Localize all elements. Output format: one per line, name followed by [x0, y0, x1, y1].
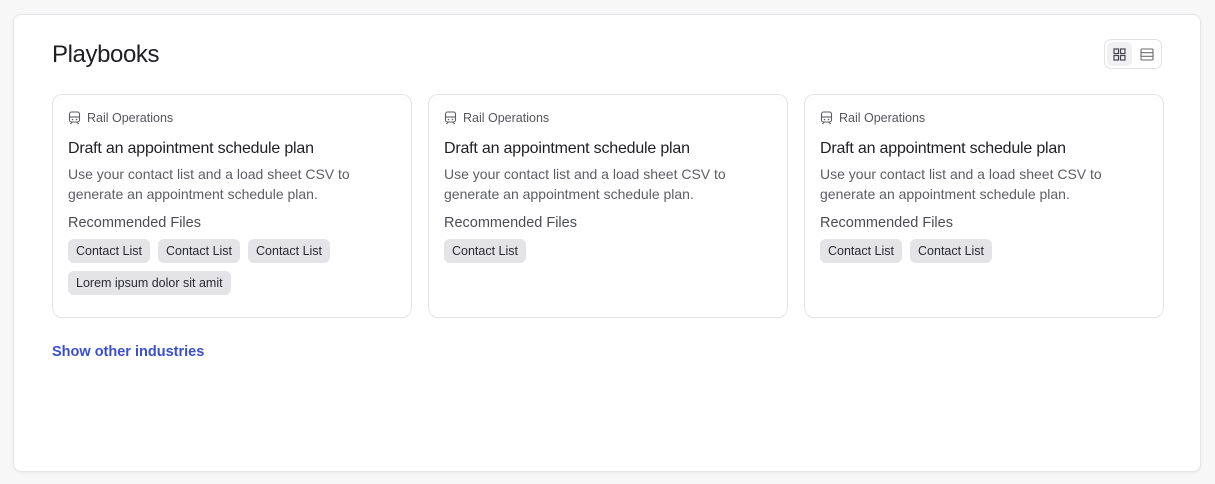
page-title: Playbooks: [52, 41, 160, 68]
view-toggle: [1104, 39, 1162, 69]
card-industry-label: Rail Operations: [839, 111, 926, 125]
recommended-files-label: Recommended Files: [820, 215, 953, 231]
recommended-files-list: Contact List: [444, 239, 744, 263]
list-view-button[interactable]: [1134, 42, 1159, 66]
card-title: Draft an appointment schedule plan: [68, 140, 314, 157]
recommended-files-label: Recommended Files: [444, 215, 577, 231]
show-other-industries-link[interactable]: Show other industries: [52, 344, 204, 360]
card-industry: Rail Operations: [444, 110, 772, 126]
train-icon: [68, 111, 81, 125]
playbook-card[interactable]: Rail Operations Draft an appointment sche…: [428, 94, 788, 318]
recommended-files-list: Contact List Contact List Contact List Lore…: [68, 239, 368, 295]
card-description: Use your contact list and a load sheet C…: [444, 166, 726, 202]
card-title: Draft an appointment schedule plan: [444, 140, 690, 157]
file-chip[interactable]: Contact List: [68, 239, 151, 263]
card-industry: Rail Operations: [820, 110, 1148, 126]
card-industry-label: Rail Operations: [87, 111, 174, 125]
card-industry: Rail Operations: [68, 110, 396, 126]
playbook-card[interactable]: Rail Operations Draft an appointment sche…: [804, 94, 1164, 318]
card-description: Use your contact list and a load sheet C…: [68, 166, 350, 202]
playbook-card-list: Rail Operations Draft an appointment sche…: [52, 94, 1164, 318]
file-chip[interactable]: Lorem ipsum dolor sit amit: [68, 271, 231, 295]
file-chip[interactable]: Contact List: [820, 239, 903, 263]
playbooks-panel: Playbooks Rail Operations Draft an appoin…: [13, 14, 1201, 472]
card-industry-label: Rail Operations: [463, 111, 550, 125]
grid-view-icon: [1113, 47, 1126, 61]
file-chip[interactable]: Contact List: [158, 239, 241, 263]
recommended-files-label: Recommended Files: [68, 215, 201, 231]
card-title: Draft an appointment schedule plan: [820, 140, 1066, 157]
file-chip[interactable]: Contact List: [248, 239, 331, 263]
train-icon: [444, 111, 457, 125]
file-chip[interactable]: Contact List: [910, 239, 993, 263]
playbook-card[interactable]: Rail Operations Draft an appointment sche…: [52, 94, 412, 318]
grid-view-button[interactable]: [1107, 42, 1132, 66]
train-icon: [820, 111, 833, 125]
list-view-icon: [1139, 47, 1154, 61]
file-chip[interactable]: Contact List: [444, 239, 527, 263]
card-description: Use your contact list and a load sheet C…: [820, 166, 1102, 202]
recommended-files-list: Contact List Contact List: [820, 239, 1120, 263]
